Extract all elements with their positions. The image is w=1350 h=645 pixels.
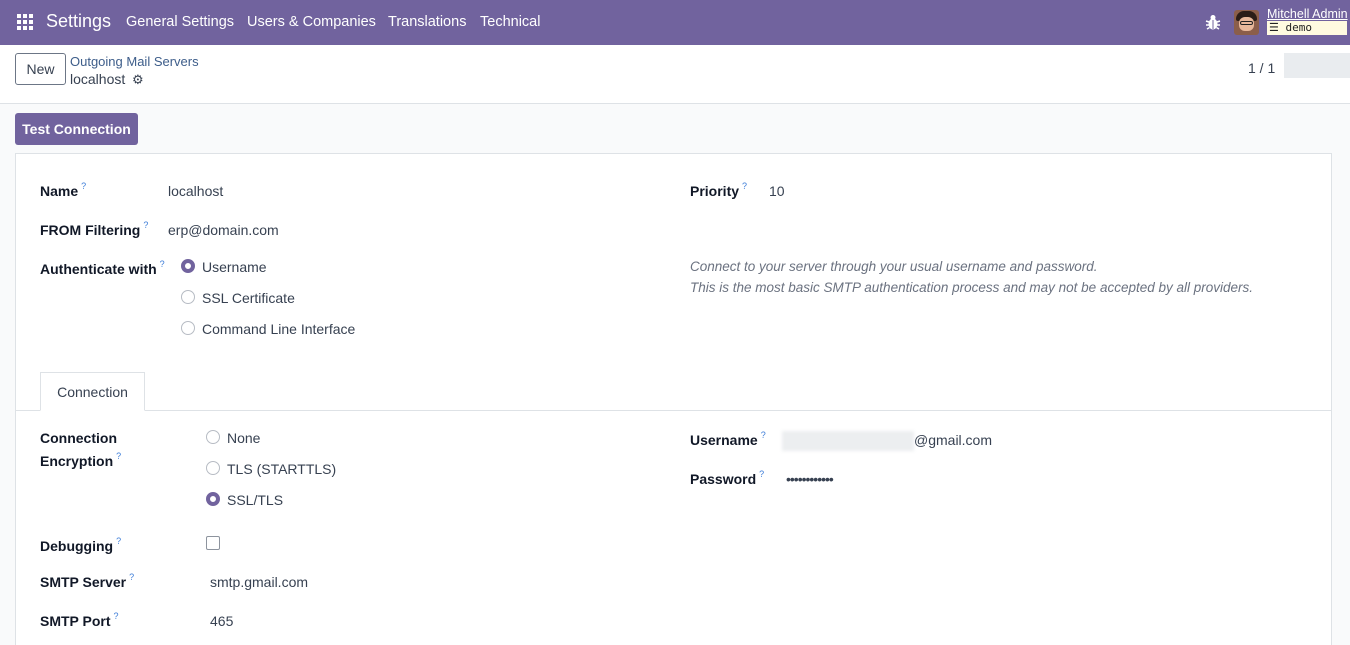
smtp-port-label: SMTP Port? bbox=[40, 611, 119, 629]
connection-encryption-label-line1: Connection bbox=[40, 430, 117, 446]
priority-field[interactable]: 10 bbox=[769, 183, 785, 199]
control-panel: New Outgoing Mail Servers localhost ⚙ 1 … bbox=[0, 45, 1350, 104]
pager-next-button[interactable] bbox=[1317, 53, 1350, 78]
help-icon[interactable]: ? bbox=[129, 572, 134, 582]
top-navbar: Settings General Settings Users & Compan… bbox=[0, 0, 1350, 45]
username-redacted-part bbox=[782, 431, 914, 451]
apps-menu-icon[interactable] bbox=[17, 14, 33, 30]
database-name: demo bbox=[1285, 21, 1312, 34]
encryption-starttls-label[interactable]: TLS (STARTTLS) bbox=[227, 461, 336, 477]
help-icon[interactable]: ? bbox=[759, 469, 764, 479]
password-label: Password? bbox=[690, 469, 765, 487]
debugging-checkbox[interactable] bbox=[206, 536, 220, 550]
menu-technical[interactable]: Technical bbox=[480, 14, 540, 30]
authenticate-with-label: Authenticate with? bbox=[40, 259, 165, 277]
auth-hint-line-1: Connect to your server through your usua… bbox=[690, 259, 1098, 274]
user-name[interactable]: Mitchell Admin bbox=[1267, 7, 1348, 21]
priority-label: Priority? bbox=[690, 181, 748, 199]
auth-username-radio[interactable] bbox=[181, 259, 195, 273]
pager-value[interactable]: 1 / 1 bbox=[1248, 60, 1275, 76]
encryption-starttls-radio[interactable] bbox=[206, 461, 220, 475]
menu-translations[interactable]: Translations bbox=[388, 14, 466, 30]
password-field[interactable]: •••••••••••• bbox=[786, 471, 834, 487]
user-avatar[interactable] bbox=[1234, 10, 1259, 35]
username-field[interactable]: @gmail.com bbox=[914, 432, 992, 448]
encryption-ssl-tls-label[interactable]: SSL/TLS bbox=[227, 492, 283, 508]
auth-cli-label[interactable]: Command Line Interface bbox=[202, 321, 355, 337]
menu-users-companies[interactable]: Users & Companies bbox=[247, 14, 376, 30]
help-icon[interactable]: ? bbox=[761, 430, 766, 440]
auth-cli-radio[interactable] bbox=[181, 321, 195, 335]
encryption-ssl-tls-radio[interactable] bbox=[206, 492, 220, 506]
from-filtering-label: FROM Filtering? bbox=[40, 220, 149, 238]
help-icon[interactable]: ? bbox=[116, 451, 121, 461]
help-icon[interactable]: ? bbox=[114, 611, 119, 621]
connection-encryption-label-line2: Encryption? bbox=[40, 451, 122, 469]
from-filtering-field[interactable]: erp@domain.com bbox=[168, 222, 279, 238]
help-icon[interactable]: ? bbox=[160, 259, 165, 269]
help-icon[interactable]: ? bbox=[742, 181, 747, 191]
debugging-label: Debugging? bbox=[40, 536, 122, 554]
database-badge: ☰ demo bbox=[1267, 21, 1347, 35]
help-icon[interactable]: ? bbox=[116, 536, 121, 546]
debug-bug-icon[interactable] bbox=[1205, 13, 1221, 31]
help-icon[interactable]: ? bbox=[143, 220, 148, 230]
tabs-divider bbox=[16, 410, 1331, 411]
gear-icon[interactable]: ⚙ bbox=[132, 72, 144, 88]
auth-username-label[interactable]: Username bbox=[202, 259, 267, 275]
auth-ssl-certificate-radio[interactable] bbox=[181, 290, 195, 304]
new-button[interactable]: New bbox=[15, 53, 66, 85]
auth-hint-line-2: This is the most basic SMTP authenticati… bbox=[690, 280, 1254, 295]
breadcrumb-outgoing-mail-servers[interactable]: Outgoing Mail Servers bbox=[70, 54, 199, 69]
test-connection-button[interactable]: Test Connection bbox=[15, 113, 138, 145]
auth-ssl-certificate-label[interactable]: SSL Certificate bbox=[202, 290, 295, 306]
app-brand[interactable]: Settings bbox=[46, 11, 111, 32]
encryption-none-radio[interactable] bbox=[206, 430, 220, 444]
smtp-server-field[interactable]: smtp.gmail.com bbox=[210, 574, 308, 590]
encryption-none-label[interactable]: None bbox=[227, 430, 260, 446]
breadcrumb-current-record: localhost bbox=[70, 71, 126, 87]
name-label: Name? bbox=[40, 181, 87, 199]
tab-connection[interactable]: Connection bbox=[40, 372, 145, 411]
smtp-server-label: SMTP Server? bbox=[40, 572, 135, 590]
smtp-port-field[interactable]: 465 bbox=[210, 613, 233, 629]
name-field[interactable]: localhost bbox=[168, 183, 223, 199]
username-label: Username? bbox=[690, 430, 766, 448]
menu-general-settings[interactable]: General Settings bbox=[126, 14, 234, 30]
pager-previous-button[interactable] bbox=[1284, 53, 1317, 78]
help-icon[interactable]: ? bbox=[81, 181, 86, 191]
